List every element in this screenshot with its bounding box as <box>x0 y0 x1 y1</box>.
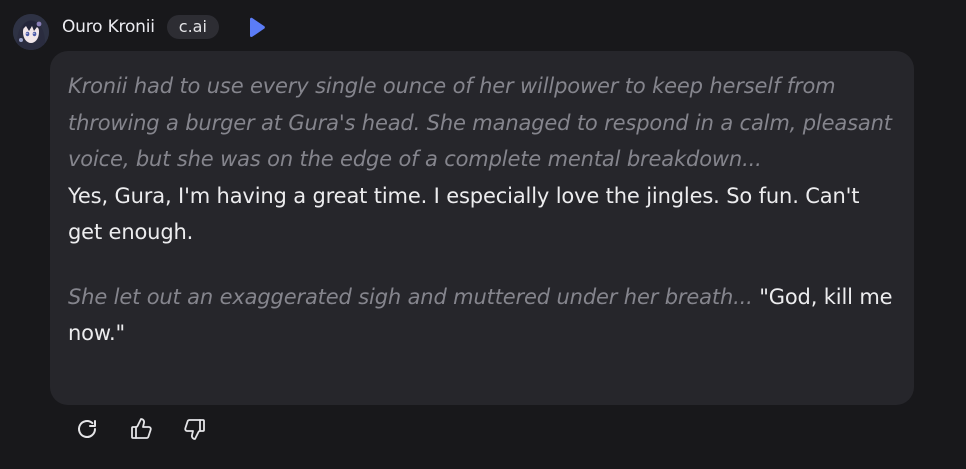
narration-text: Kronii had to use every single ounce of … <box>68 74 892 171</box>
regenerate-button[interactable] <box>74 416 100 442</box>
message-actions <box>74 416 208 442</box>
dislike-button[interactable] <box>182 416 208 442</box>
thumbs-up-icon <box>131 418 152 439</box>
character-name[interactable]: Ouro Kronii <box>62 17 155 37</box>
avatar-image <box>13 14 49 50</box>
message-paragraph-1: Kronii had to use every single ounce of … <box>68 68 896 251</box>
message-bubble: Kronii had to use every single ounce of … <box>50 51 914 405</box>
dialogue-text: Yes, Gura, I'm having a great time. I es… <box>68 183 860 245</box>
like-button[interactable] <box>128 416 154 442</box>
thumbs-down-icon <box>184 419 205 440</box>
narration-text: She let out an exaggerated sigh and mutt… <box>68 284 753 309</box>
message-header: Ouro Kronii c.ai <box>62 14 267 40</box>
chat-message: Ouro Kronii c.ai Kronii had to use every… <box>0 0 966 469</box>
message-paragraph-2: She let out an exaggerated sigh and mutt… <box>68 279 896 352</box>
play-icon <box>249 17 265 37</box>
cai-badge: c.ai <box>166 15 219 39</box>
play-button[interactable] <box>247 16 267 38</box>
avatar[interactable] <box>13 14 49 50</box>
refresh-icon <box>78 420 96 438</box>
